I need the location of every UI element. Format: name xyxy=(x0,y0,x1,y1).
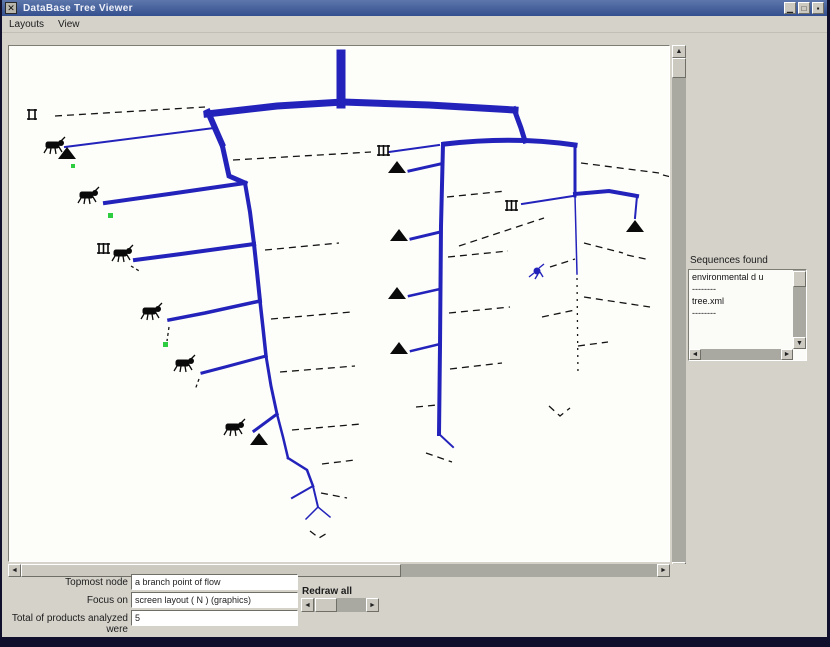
list-scroll-left-icon[interactable]: ◄ xyxy=(689,349,701,360)
list-scroll-down-icon[interactable]: ▼ xyxy=(793,337,806,349)
dashed-connectors xyxy=(54,106,676,539)
collapsed-triangle-icon[interactable] xyxy=(626,220,644,232)
branch-skeleton xyxy=(63,49,640,521)
scroll-right-icon[interactable]: ► xyxy=(657,564,670,577)
list-item[interactable]: environmental d u xyxy=(689,271,793,283)
minimize-button[interactable]: ▁ xyxy=(784,2,796,14)
highlight-square xyxy=(163,342,168,347)
horizontal-scrollbar[interactable]: ◄ ► xyxy=(8,564,670,577)
focus-on-label: Focus on xyxy=(86,595,128,606)
bug-icon[interactable] xyxy=(223,418,246,437)
scroll-up-icon[interactable]: ▲ xyxy=(672,45,686,58)
tree-visualization xyxy=(27,49,676,539)
blue-critter-icon[interactable] xyxy=(528,263,545,280)
menu-view[interactable]: View xyxy=(51,17,87,32)
list-vertical-scrollbar[interactable]: ▼ xyxy=(793,270,806,349)
list-vscroll-thumb[interactable] xyxy=(793,271,806,287)
slider-thumb[interactable] xyxy=(315,598,337,612)
app-icon[interactable]: ✕ xyxy=(5,2,17,14)
slider-right-icon[interactable]: ► xyxy=(366,598,379,612)
redraw-slider[interactable]: ◄ ► xyxy=(301,598,379,612)
close-button[interactable]: ▪ xyxy=(812,2,824,14)
bug-icon[interactable] xyxy=(173,354,196,373)
bug-icon[interactable] xyxy=(140,302,163,321)
ladder-icon[interactable] xyxy=(27,109,37,120)
menu-bar: Layouts View xyxy=(2,16,827,33)
bug-icon[interactable] xyxy=(77,186,100,205)
topmost-node-label: Topmost node xyxy=(65,577,128,588)
ladder-icon[interactable] xyxy=(376,144,391,157)
window-title: DataBase Tree Viewer xyxy=(23,2,133,14)
collapsed-triangle-icon[interactable] xyxy=(250,433,268,445)
list-item[interactable]: -------- xyxy=(689,283,793,295)
total-products-label: Total of products analyzed were xyxy=(11,613,128,635)
maximize-button[interactable]: □ xyxy=(798,2,810,14)
scrollbar-corner xyxy=(672,564,686,577)
sequences-label: Sequences found xyxy=(690,255,768,266)
bug-icon[interactable] xyxy=(43,136,66,155)
focus-on-field[interactable] xyxy=(131,592,298,608)
collapsed-triangle-icon[interactable] xyxy=(388,287,406,299)
vertical-scroll-thumb[interactable] xyxy=(672,58,686,78)
list-horizontal-scrollbar[interactable]: ◄ ► xyxy=(689,349,793,360)
vertical-scrollbar[interactable]: ▲ ▼ xyxy=(672,45,686,575)
collapsed-triangle-icon[interactable] xyxy=(390,229,408,241)
list-scroll-right-icon[interactable]: ► xyxy=(781,349,793,360)
collapsed-triangle-icon[interactable] xyxy=(390,342,408,354)
bug-icon[interactable] xyxy=(111,244,134,263)
title-bar[interactable]: ✕ DataBase Tree Viewer ▁ □ ▪ xyxy=(2,0,827,16)
app-window: ✕ DataBase Tree Viewer ▁ □ ▪ Layouts Vie… xyxy=(2,0,827,637)
list-item[interactable]: -------- xyxy=(689,307,793,319)
leaf-icons xyxy=(27,109,644,445)
list-item[interactable]: tree.xml xyxy=(689,295,793,307)
sequences-listbox[interactable]: environmental d u -------- tree.xml ----… xyxy=(688,269,807,361)
highlight-square xyxy=(108,213,113,218)
total-products-field[interactable] xyxy=(131,610,298,626)
slider-left-icon[interactable]: ◄ xyxy=(301,598,314,612)
collapsed-triangle-icon[interactable] xyxy=(388,161,406,173)
highlight-square xyxy=(71,164,75,168)
menu-layouts[interactable]: Layouts xyxy=(2,17,51,32)
scroll-left-icon[interactable]: ◄ xyxy=(8,564,21,577)
topmost-node-field[interactable] xyxy=(131,574,298,590)
tree-canvas[interactable] xyxy=(8,45,676,562)
ladder-icon[interactable] xyxy=(96,242,111,255)
redraw-all-label: Redraw all xyxy=(302,586,353,597)
ladder-icon[interactable] xyxy=(504,199,519,212)
